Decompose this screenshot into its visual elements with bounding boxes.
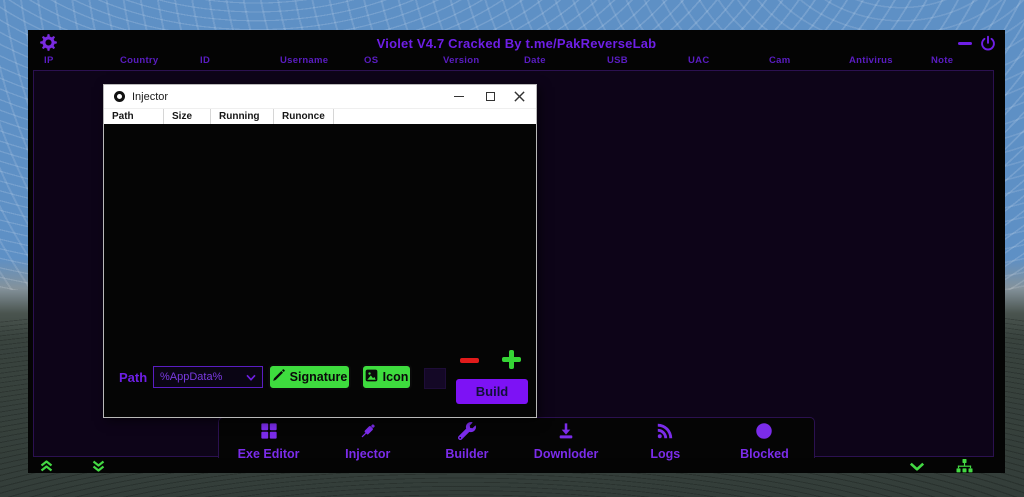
nav-label: Blocked xyxy=(740,447,789,461)
signature-button[interactable]: Signature xyxy=(268,364,351,390)
remove-minus-icon[interactable] xyxy=(460,358,479,363)
power-icon[interactable] xyxy=(980,35,996,51)
nav-item-injector[interactable]: Injector xyxy=(318,418,417,458)
injector-window-title: Injector xyxy=(132,91,168,103)
settings-gear-icon[interactable] xyxy=(40,34,57,51)
nav-label: Injector xyxy=(345,447,390,461)
wrench-icon xyxy=(458,422,476,445)
windows-grid-icon xyxy=(260,422,278,445)
column-header-note: Note xyxy=(931,55,953,66)
column-header-usb: USB xyxy=(607,55,628,66)
injector-column-size[interactable]: Size xyxy=(164,109,211,125)
double-chevron-up-icon[interactable] xyxy=(39,460,54,472)
nav-item-downloder[interactable]: Downloder xyxy=(517,418,616,458)
injector-column-path[interactable]: Path xyxy=(104,109,164,125)
injector-column-running[interactable]: Running xyxy=(211,109,274,125)
double-chevron-down-icon[interactable] xyxy=(91,460,106,472)
syringe-icon xyxy=(359,422,377,445)
dropdown-chevron-icon xyxy=(246,368,256,386)
nav-item-logs[interactable]: Logs xyxy=(616,418,715,458)
nav-label: Builder xyxy=(445,447,488,461)
add-plus-icon[interactable] xyxy=(502,350,521,369)
icon-button-label: Icon xyxy=(383,370,409,384)
injector-window: Injector Path Size Running Runonce Path … xyxy=(103,84,537,418)
path-dropdown[interactable]: %AppData% xyxy=(153,366,263,388)
column-header-date: Date xyxy=(524,55,546,66)
injector-maximize-icon[interactable] xyxy=(477,85,503,108)
status-box xyxy=(424,368,446,389)
column-header-antivirus: Antivirus xyxy=(849,55,893,66)
path-dropdown-value: %AppData% xyxy=(160,371,246,383)
column-header-version: Version xyxy=(443,55,479,66)
nav-item-exe-editor[interactable]: Exe Editor xyxy=(219,418,318,458)
chevron-down-icon[interactable] xyxy=(909,462,925,471)
nav-label: Logs xyxy=(650,447,680,461)
column-header-country: Country xyxy=(120,55,159,66)
injector-column-runonce[interactable]: Runonce xyxy=(274,109,334,125)
build-button[interactable]: Build xyxy=(456,379,528,404)
main-window-title: Violet V4.7 Cracked By t.me/PakReverseLa… xyxy=(28,36,1005,51)
download-icon xyxy=(557,422,575,445)
bottom-nav-bar: Exe Editor Injector xyxy=(218,417,815,458)
signature-button-label: Signature xyxy=(290,370,348,384)
icon-button[interactable]: Icon xyxy=(361,364,412,390)
column-header-cam: Cam xyxy=(769,55,791,66)
column-header-uac: UAC xyxy=(688,55,709,66)
nav-item-builder[interactable]: Builder xyxy=(417,418,516,458)
nav-label: Exe Editor xyxy=(238,447,300,461)
rss-icon xyxy=(656,422,674,445)
pen-icon xyxy=(272,369,285,385)
sitemap-icon[interactable] xyxy=(956,459,973,473)
injector-list-header: Path Size Running Runonce xyxy=(104,108,536,124)
minimize-icon[interactable] xyxy=(958,42,972,45)
nav-item-blocked[interactable]: Blocked xyxy=(715,418,814,458)
column-header-os: OS xyxy=(364,55,378,66)
image-icon xyxy=(365,369,378,385)
injector-minimize-icon[interactable] xyxy=(446,85,472,108)
path-label: Path xyxy=(119,370,147,385)
app-ring-icon xyxy=(114,91,125,102)
column-header-username: Username xyxy=(280,55,328,66)
nav-label: Downloder xyxy=(534,447,599,461)
column-header-ip: IP xyxy=(44,55,54,66)
blocked-icon xyxy=(755,422,773,445)
column-header-id: ID xyxy=(200,55,210,66)
desktop: Violet V4.7 Cracked By t.me/PakReverseLa… xyxy=(0,0,1024,497)
injector-close-icon[interactable] xyxy=(506,85,532,108)
